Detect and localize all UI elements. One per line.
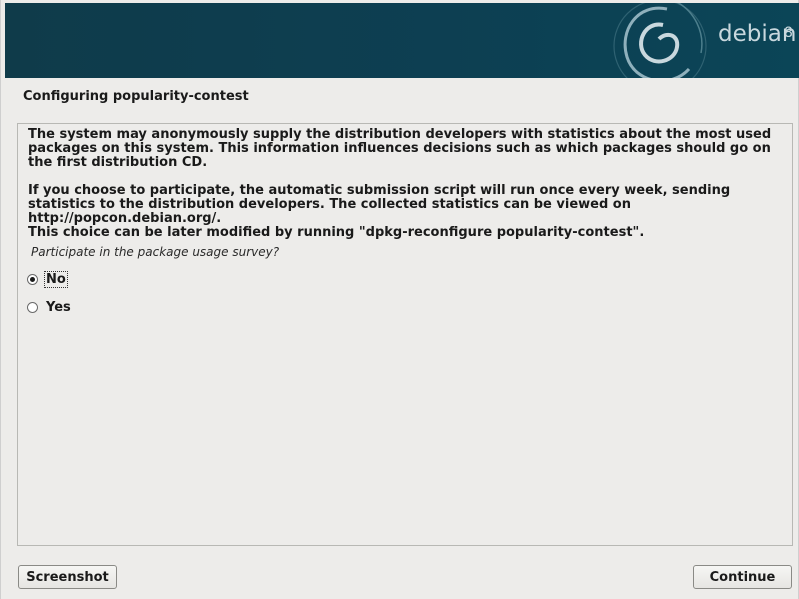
option-no-label[interactable]: No xyxy=(44,270,68,288)
continue-button[interactable]: Continue xyxy=(693,565,792,589)
content-panel: The system may anonymously supply the di… xyxy=(17,123,793,546)
description-paragraph-3: This choice can be later modified by run… xyxy=(28,225,645,240)
option-yes[interactable]: Yes xyxy=(27,298,72,316)
radio-yes[interactable] xyxy=(27,301,38,313)
radio-no[interactable] xyxy=(27,273,38,285)
description-paragraph-2: If you choose to participate, the automa… xyxy=(28,183,731,226)
debian-swirl-logo-icon xyxy=(613,3,707,78)
option-yes-label[interactable]: Yes xyxy=(45,300,72,315)
survey-question: Participate in the package usage survey? xyxy=(31,245,280,259)
page-title: Configuring popularity-contest xyxy=(23,89,249,104)
debian-version: 8 xyxy=(784,25,793,41)
screenshot-button[interactable]: Screenshot xyxy=(18,565,117,589)
installer-window: debian 8 Configuring popularity-contest … xyxy=(0,0,799,599)
description-paragraph-1: The system may anonymously supply the di… xyxy=(28,127,772,170)
debian-banner: debian 8 xyxy=(5,3,799,78)
option-no[interactable]: No xyxy=(27,270,68,288)
